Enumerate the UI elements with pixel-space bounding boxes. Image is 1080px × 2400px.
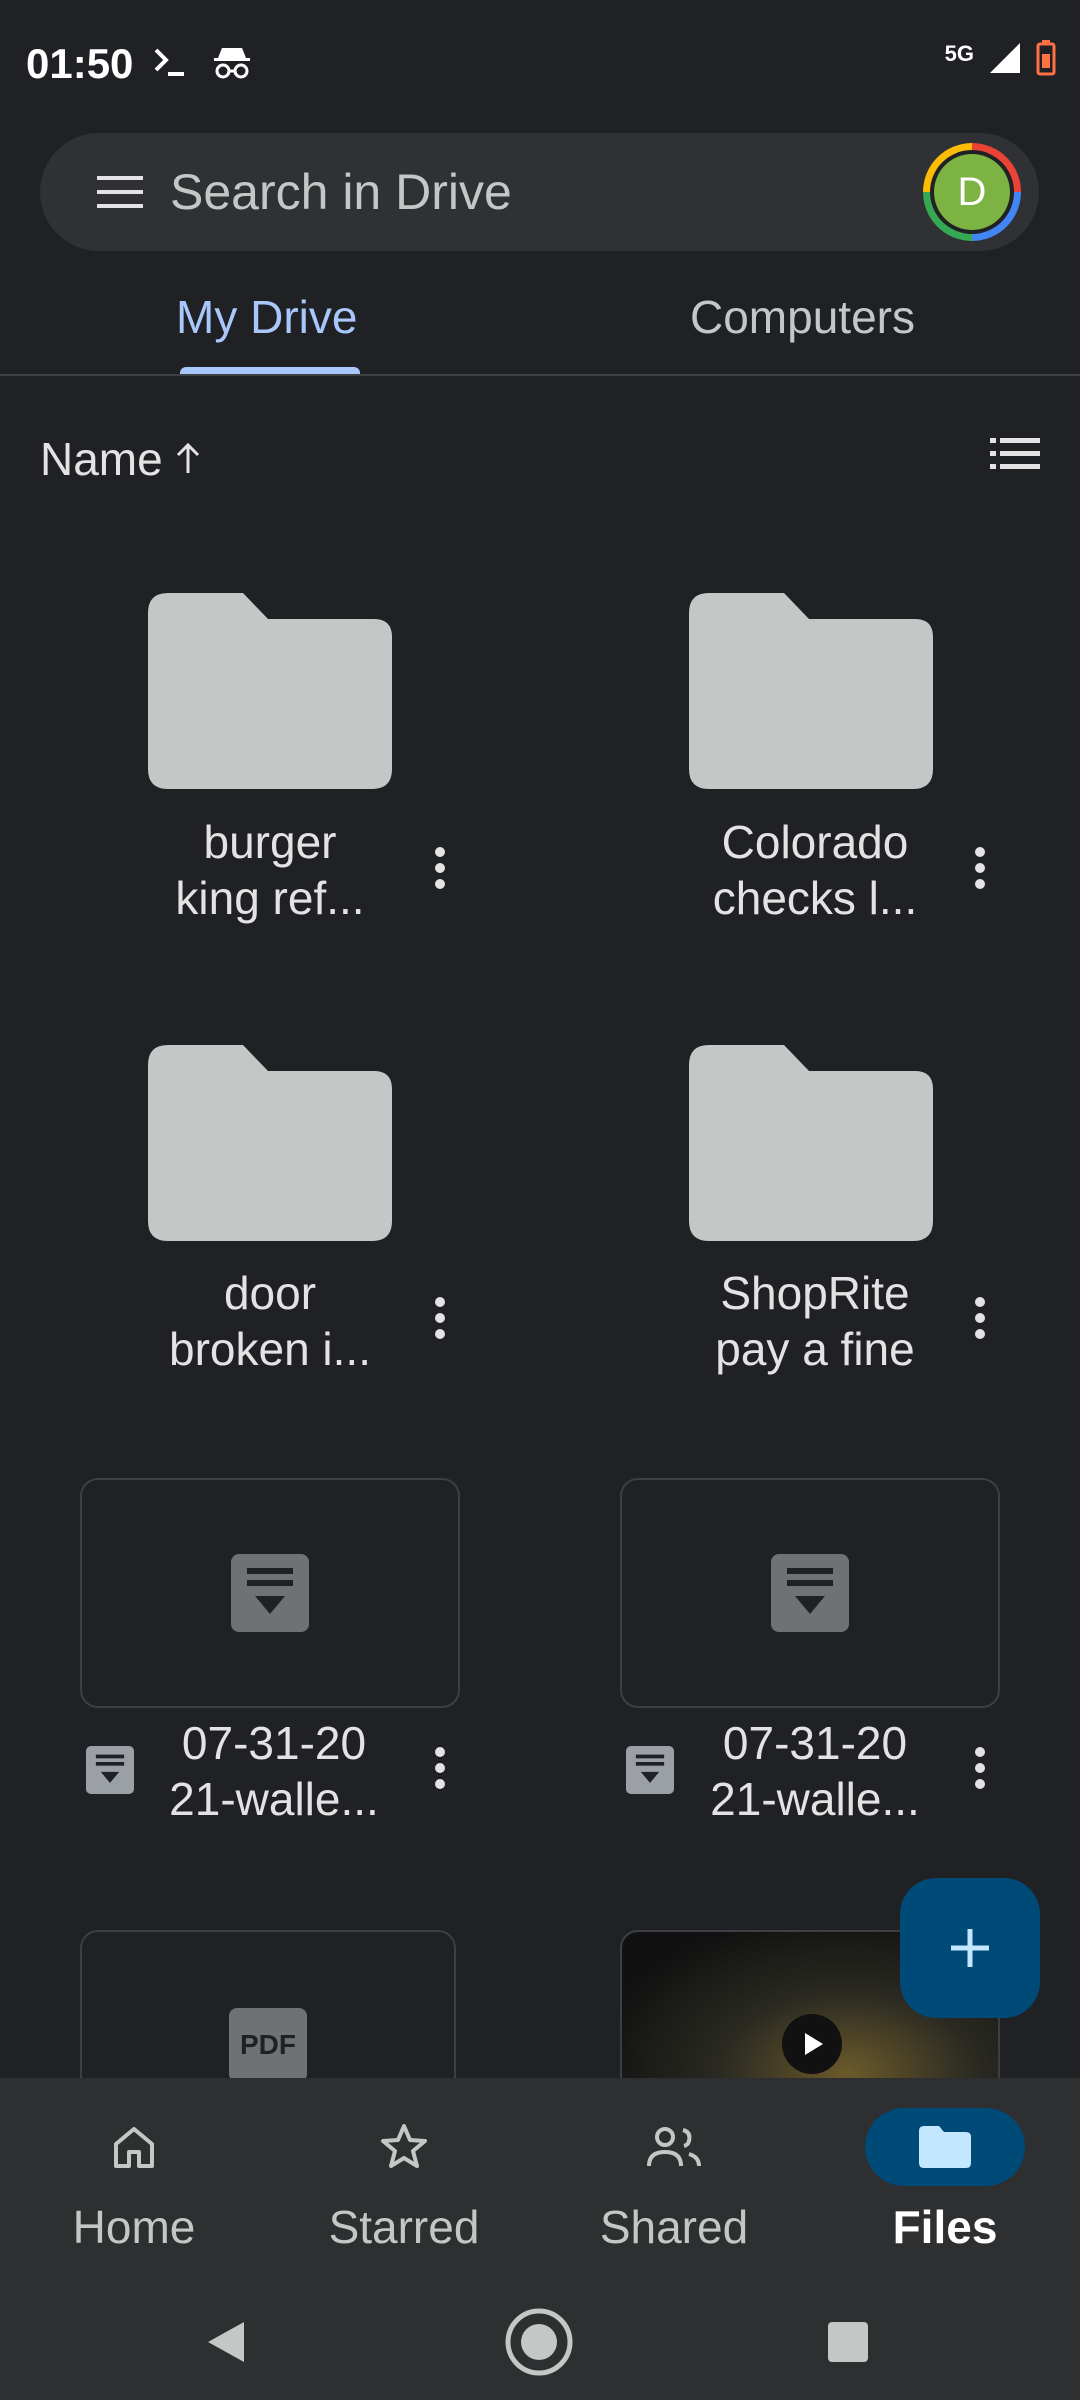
play-icon <box>782 2014 842 2074</box>
item-name: ShopRite pay a fine <box>715 1267 915 1375</box>
home-button[interactable] <box>503 2306 575 2383</box>
more-options-button[interactable] <box>960 1738 1000 1798</box>
folder-card[interactable] <box>689 1045 933 1246</box>
more-options-button[interactable] <box>420 838 460 898</box>
terminal-icon <box>152 44 188 85</box>
item-name: 07-31-20 21-walle... <box>710 1717 920 1825</box>
sort-label: Name <box>40 433 163 485</box>
item-name: burger king ref... <box>175 816 365 924</box>
system-navigation-bar <box>0 2288 1080 2400</box>
recents-button[interactable] <box>828 2322 868 2367</box>
home-circle-icon <box>505 2308 573 2376</box>
item-name: door broken i... <box>169 1267 371 1375</box>
document-icon <box>231 1554 309 1632</box>
hamburger-icon <box>97 176 143 208</box>
nav-shared-label: Shared <box>599 2201 749 2253</box>
account-avatar-button[interactable]: D <box>923 143 1021 241</box>
more-vert-icon <box>975 1297 985 1339</box>
more-options-button[interactable] <box>960 838 1000 898</box>
nav-shared[interactable]: Shared <box>574 2108 774 2254</box>
document-thumbnail[interactable] <box>80 1478 460 1708</box>
status-time: 01:50 <box>26 40 134 87</box>
folder-icon <box>148 1045 392 1241</box>
more-options-button[interactable] <box>420 1738 460 1798</box>
pdf-icon: PDF <box>229 2008 307 2082</box>
star-icon <box>381 2124 427 2168</box>
nav-starred[interactable]: Starred <box>304 2108 504 2254</box>
folder-card[interactable] <box>148 593 392 794</box>
nav-starred-label: Starred <box>328 2201 480 2253</box>
folder-card[interactable] <box>689 593 933 794</box>
arrow-up-icon <box>176 442 199 473</box>
folder-icon <box>148 593 392 789</box>
tab-computers[interactable]: Computers <box>690 290 915 344</box>
more-vert-icon <box>435 1297 445 1339</box>
folder-icon <box>689 1045 933 1241</box>
nav-home[interactable]: Home <box>34 2108 234 2254</box>
bottom-navigation: Home Starred Shared Files <box>0 2078 1080 2288</box>
folder-icon <box>919 2126 971 2168</box>
more-vert-icon <box>975 847 985 889</box>
more-options-button[interactable] <box>960 1288 1000 1348</box>
more-vert-icon <box>975 1747 985 1789</box>
document-icon <box>771 1554 849 1632</box>
folder-icon <box>689 593 933 789</box>
list-view-icon <box>990 438 1040 469</box>
list-view-button[interactable] <box>990 436 1040 477</box>
recents-icon <box>828 2322 868 2362</box>
item-name: Colorado checks l... <box>712 816 918 924</box>
incognito-icon <box>212 44 252 85</box>
folder-card[interactable] <box>148 1045 392 1246</box>
more-vert-icon <box>435 1747 445 1789</box>
home-icon <box>114 2127 154 2168</box>
battery-icon <box>1036 40 1056 81</box>
item-name: 07-31-20 21-walle... <box>169 1717 379 1825</box>
status-right-icons: 5G <box>945 40 1056 81</box>
more-options-button[interactable] <box>420 1288 460 1348</box>
nav-home-label: Home <box>72 2201 196 2253</box>
tab-divider <box>0 374 1080 376</box>
document-thumbnail[interactable] <box>620 1478 1000 1708</box>
nav-files-label: Files <box>892 2201 998 2253</box>
search-bar[interactable]: Search in Drive D <box>40 133 1039 251</box>
nav-files[interactable]: Files <box>845 2108 1045 2254</box>
sort-button[interactable]: Name <box>40 432 203 486</box>
people-icon <box>647 2127 701 2167</box>
search-input[interactable]: Search in Drive <box>170 163 512 221</box>
plus-icon <box>951 1929 989 1967</box>
back-icon <box>208 2322 244 2362</box>
network-label: 5G <box>944 40 974 66</box>
more-vert-icon <box>435 847 445 889</box>
menu-button[interactable] <box>70 133 170 251</box>
avatar: D <box>934 154 1010 230</box>
new-button[interactable] <box>900 1878 1040 2018</box>
back-button[interactable] <box>204 2318 248 2371</box>
signal-icon <box>988 41 1022 80</box>
status-left-icons <box>152 44 252 85</box>
tab-my-drive[interactable]: My Drive <box>176 290 357 344</box>
